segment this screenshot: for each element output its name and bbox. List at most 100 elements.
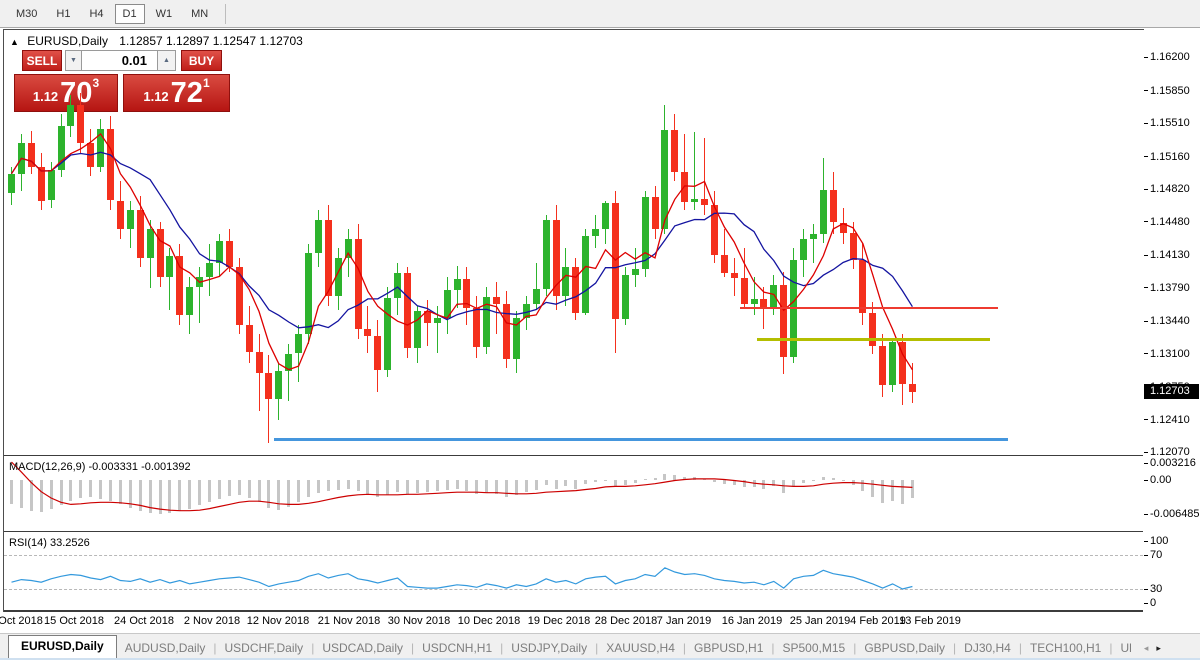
current-price-badge: 1.12703 — [1144, 383, 1199, 399]
timeframe-toolbar: M30 H1 H4 D1 W1 MN — [0, 0, 1200, 28]
indicator-line — [10, 132, 913, 371]
macd-axis-label: 0.00 — [1144, 474, 1200, 487]
rsi-axis-label: 70 — [1144, 549, 1200, 562]
axis-tick — [1144, 540, 1148, 542]
date-tick-label: 7 Jan 2019 — [656, 615, 712, 627]
axis-tick — [1144, 462, 1148, 464]
axis-tick-text: 0 — [1150, 597, 1157, 609]
axis-tick-text: 1.14130 — [1150, 249, 1190, 261]
axis-tick — [1144, 419, 1148, 421]
date-axis[interactable]: 5 Oct 201815 Oct 2018 24 Oct 2018 2 Nov 20… — [0, 612, 1200, 633]
macd-label: MACD(12,26,9) -0.003331 -0.001392 — [9, 461, 191, 473]
chart-tab-eurusd-daily[interactable]: EURUSD,Daily — [8, 635, 117, 658]
price-axis-label: 1.13440 — [1144, 315, 1200, 328]
timeframe-button-h4[interactable]: H4 — [81, 4, 111, 24]
axis-tick — [1144, 156, 1148, 158]
axis-tick — [1144, 320, 1148, 322]
rsi-indicator-pane[interactable]: RSI(14) 33.2526 — [4, 534, 1143, 610]
timeframe-button-d1[interactable]: D1 — [114, 3, 145, 24]
date-tick-label: 2 Nov 2018 — [183, 615, 241, 627]
date-tick-label: 13 Feb 2019 — [899, 615, 961, 627]
timeframe-button-mn[interactable]: MN — [183, 4, 216, 24]
axis-tick-text: 0.00 — [1150, 474, 1172, 486]
indicator-line — [11, 567, 913, 590]
date-tick-label: 24 Oct 2018 — [114, 615, 174, 627]
rsi-line-svg — [11, 567, 913, 590]
axis-tick — [1144, 588, 1148, 590]
chart-tab-sp500-m15[interactable]: SP500,M15 — [775, 638, 854, 658]
tabs-scroll-right-icon[interactable]: ▸ — [1152, 639, 1165, 658]
date-tick-label: 16 Jan 2019 — [721, 615, 783, 627]
chart-tab-gbpusd-daily[interactable]: GBPUSD,Daily — [856, 638, 953, 658]
date-tick-label: 15 Oct 2018 — [44, 615, 104, 627]
trading-platform-window: M30 H1 H4 D1 W1 MN ▲ EURUSD,Daily 1.12857 1.1… — [0, 0, 1200, 660]
rsi-axis-label: 100 — [1144, 535, 1200, 548]
chart-tab-dj30-h4[interactable]: DJ30,H4 — [956, 638, 1019, 658]
date-tick-label: 28 Dec 2018 — [594, 615, 658, 627]
rsi-label: RSI(14) 33.2526 — [9, 537, 90, 549]
date-tick-label: 19 Dec 2018 — [527, 615, 591, 627]
axis-tick — [1144, 221, 1148, 223]
axis-tick — [1144, 513, 1148, 515]
macd-indicator-pane[interactable]: MACD(12,26,9) -0.003331 -0.001392 — [4, 458, 1143, 531]
chart-tab-gbpusd-h1[interactable]: GBPUSD,H1 — [686, 638, 771, 658]
axis-tick — [1144, 602, 1148, 604]
price-axis-label: 1.15850 — [1144, 85, 1200, 98]
axis-tick — [1144, 479, 1148, 481]
date-tick-label: 30 Nov 2018 — [387, 615, 451, 627]
timeframe-button-h1[interactable]: H1 — [48, 4, 78, 24]
axis-tick — [1144, 287, 1148, 289]
price-chart-pane[interactable]: ▲ EURUSD,Daily 1.12857 1.12897 1.12547 1… — [4, 30, 1143, 455]
date-tick-label: 12 Nov 2018 — [246, 615, 310, 627]
price-axis-label: 1.15160 — [1144, 151, 1200, 164]
axis-tick-text: 1.15160 — [1150, 150, 1190, 163]
axis-tick — [1144, 451, 1148, 453]
date-tick-label: 21 Nov 2018 — [317, 615, 381, 627]
chart-tab-usdcnh-h1[interactable]: USDCNH,H1 — [414, 638, 500, 658]
horizontal-line-object[interactable] — [740, 306, 998, 309]
axis-tick — [1144, 254, 1148, 256]
chart-tab-usdcad-daily[interactable]: USDCAD,Daily — [314, 638, 411, 658]
chart-tab-audusd-daily[interactable]: AUDUSD,Daily — [117, 638, 214, 658]
date-tick-label: 25 Jan 2019 — [789, 615, 851, 627]
price-axis-label: 1.13100 — [1144, 348, 1200, 361]
axis-tick-text: -0.006485 — [1150, 508, 1200, 521]
axis-tick-text: 1.14820 — [1150, 183, 1190, 195]
chart-tabs-bar: EURUSD,Daily AUDUSD,Daily | USDCHF,Daily | US… — [0, 633, 1200, 658]
price-axis-label: 1.13790 — [1144, 282, 1200, 295]
axis-tick-text: 1.15850 — [1150, 84, 1190, 97]
chart-tab-ul[interactable]: Ul — [1112, 638, 1139, 658]
chart-tab-usdchf-daily[interactable]: USDCHF,Daily — [217, 638, 312, 658]
axis-tick-text: 1.12410 — [1150, 413, 1190, 426]
macd-axis-label: 0.003216 — [1144, 457, 1200, 470]
rsi-axis-label: 30 — [1144, 583, 1200, 596]
price-axis-label: 1.15510 — [1144, 117, 1200, 130]
axis-tick-text: 1.13790 — [1150, 281, 1190, 294]
date-tick-label: 10 Dec 2018 — [457, 615, 521, 627]
price-axis-label: 1.14130 — [1144, 249, 1200, 262]
price-axis-label: 1.14820 — [1144, 183, 1200, 196]
axis-tick-text: 70 — [1150, 549, 1163, 561]
axis-tick-text: 1.13440 — [1150, 315, 1190, 327]
timeframe-button-m30[interactable]: M30 — [8, 4, 45, 24]
toolbar-separator — [225, 3, 227, 24]
timeframe-button-w1[interactable]: W1 — [148, 4, 181, 24]
tabs-scroll-left-icon[interactable]: ◂ — [1140, 639, 1153, 658]
axis-tick-text: 1.14480 — [1150, 215, 1190, 228]
axis-tick — [1144, 188, 1148, 190]
horizontal-line-object[interactable] — [757, 337, 990, 341]
axis-tick-text: 30 — [1150, 583, 1163, 595]
rsi-axis-label: 0 — [1144, 597, 1200, 610]
axis-tick-text: 1.13100 — [1150, 347, 1190, 360]
axis-tick — [1144, 56, 1148, 58]
chart-plot-area[interactable]: ▲ EURUSD,Daily 1.12857 1.12897 1.12547 1… — [3, 29, 1146, 614]
chart-tab-xauusd-h4[interactable]: XAUUSD,H4 — [598, 638, 683, 658]
horizontal-line-object[interactable] — [274, 438, 1008, 442]
price-axis-label: 1.16200 — [1144, 51, 1200, 64]
price-axis-label: 1.12410 — [1144, 414, 1200, 427]
date-tick-label: 5 Oct 2018 — [0, 615, 43, 627]
chart-tab-usdjpy-daily[interactable]: USDJPY,Daily — [503, 638, 595, 658]
price-axis[interactable]: 1.12703 1.16200 1.15850 1.15510 1.15160 1.14… — [1144, 29, 1200, 612]
chart-tab-tech100-h1[interactable]: TECH100,H1 — [1022, 638, 1109, 658]
axis-tick — [1144, 122, 1148, 124]
